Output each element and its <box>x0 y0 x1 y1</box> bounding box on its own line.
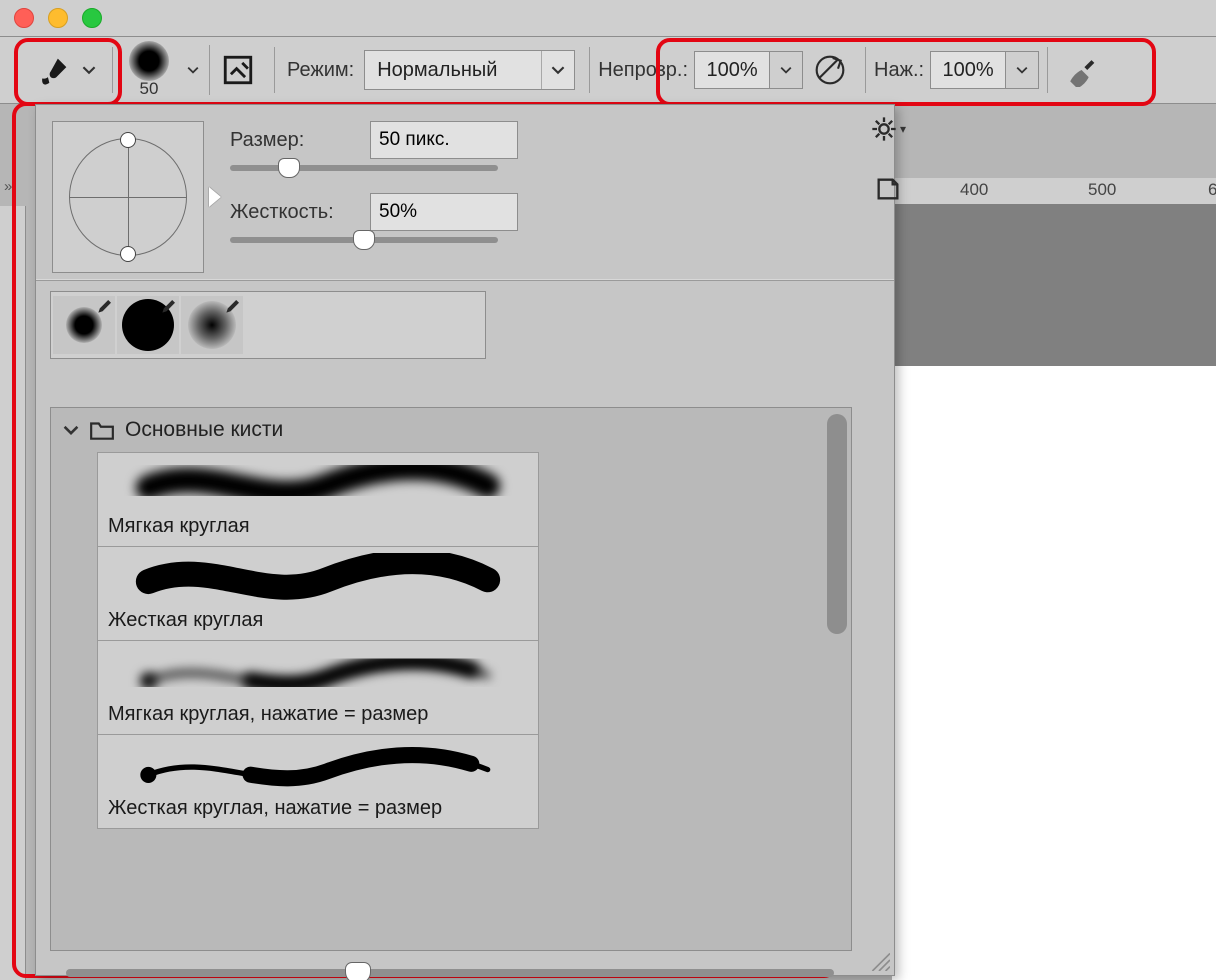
brush-hardness-label: Жесткость: <box>230 201 350 224</box>
flow-input[interactable]: 100% <box>930 51 1006 89</box>
opacity-label: Непрозр.: <box>598 59 688 82</box>
chevron-down-icon <box>541 51 574 89</box>
zoom-window-button[interactable] <box>82 8 102 28</box>
window-titlebar <box>0 0 1216 37</box>
pressure-opacity-toggle[interactable] <box>803 45 857 95</box>
pencil-badge-icon <box>97 300 111 314</box>
flow-label: Наж.: <box>874 59 924 82</box>
brush-angle-control[interactable] <box>52 121 204 273</box>
collapse-toolbar-icon[interactable]: » <box>4 178 12 195</box>
pressure-opacity-icon <box>814 54 846 86</box>
brush-tool-icon <box>38 53 72 87</box>
chevron-down-icon <box>780 64 792 76</box>
brush-preset-name: Мягкая круглая <box>108 515 528 538</box>
slider-thumb[interactable] <box>353 230 375 250</box>
folder-icon <box>89 419 115 441</box>
brush-panel-icon <box>221 53 255 87</box>
options-bar: 50 Режим: Нормальный Непрозр.: 100% <box>0 37 1216 104</box>
recent-brush-item[interactable] <box>181 296 243 354</box>
brush-hardness-input[interactable] <box>370 193 518 231</box>
flow-value: 100% <box>943 59 994 82</box>
ruler-horizontal: 400 500 600 <box>892 178 1216 205</box>
active-tool-selector[interactable] <box>0 45 104 95</box>
airbrush-toggle[interactable] <box>1056 45 1110 95</box>
recent-brushes <box>50 291 486 359</box>
pencil-badge-icon <box>225 300 239 314</box>
ruler-tick: 600 <box>1208 180 1216 200</box>
blend-mode-value: Нормальный <box>365 59 541 82</box>
panel-settings-button[interactable]: ▾ <box>870 115 906 143</box>
resize-grip-icon <box>868 949 890 971</box>
new-preset-button[interactable] <box>874 175 902 203</box>
opacity-value: 100% <box>706 59 757 82</box>
recent-brush-item[interactable] <box>117 296 179 354</box>
brush-preset-dropdown[interactable] <box>177 45 210 95</box>
brush-folder-header[interactable]: Основные кисти <box>51 408 851 452</box>
brush-settings-button[interactable] <box>210 45 266 95</box>
brush-preview-icon <box>129 41 169 81</box>
arrow-right-icon <box>209 187 221 207</box>
close-window-button[interactable] <box>14 8 34 28</box>
brush-size-input[interactable] <box>370 121 518 159</box>
resize-grip[interactable] <box>868 949 890 971</box>
scrollbar-vertical[interactable] <box>827 414 847 634</box>
preview-size-slider[interactable] <box>66 969 834 977</box>
brush-preset-item[interactable]: Мягкая круглая <box>97 452 539 547</box>
slider-thumb[interactable] <box>345 962 371 980</box>
opacity-input[interactable]: 100% <box>694 51 770 89</box>
gear-icon <box>870 115 898 143</box>
tools-strip <box>0 206 26 980</box>
pencil-badge-icon <box>161 300 175 314</box>
brush-preset-name: Жесткая круглая, нажатие = размер <box>108 797 528 820</box>
brush-hardness-slider[interactable] <box>230 237 498 243</box>
minimize-window-button[interactable] <box>48 8 68 28</box>
brush-folder-name: Основные кисти <box>125 418 283 442</box>
brush-size-slider[interactable] <box>230 165 498 171</box>
brush-preset-list: Основные кисти Мягкая круглая Жесткая кр… <box>50 407 852 951</box>
slider-thumb[interactable] <box>278 158 300 178</box>
canvas-document[interactable] <box>892 366 1216 980</box>
ruler-tick: 500 <box>1088 180 1116 200</box>
page-fold-icon <box>874 175 902 203</box>
brush-preset-name: Жесткая круглая <box>108 609 528 632</box>
flow-dropdown[interactable] <box>1006 51 1039 89</box>
brush-preset-name: Мягкая круглая, нажатие = размер <box>108 703 528 726</box>
airbrush-icon <box>1066 53 1100 87</box>
blend-mode-select[interactable]: Нормальный <box>364 50 575 90</box>
brush-preset-item[interactable]: Жесткая круглая, нажатие = размер <box>97 735 539 829</box>
recent-brush-item[interactable] <box>53 296 115 354</box>
chevron-down-icon <box>1016 64 1028 76</box>
blend-mode-label: Режим: <box>287 59 354 82</box>
brush-preset-item[interactable]: Жесткая круглая <box>97 547 539 641</box>
chevron-down-icon <box>187 64 199 76</box>
chevron-down-icon <box>63 422 79 438</box>
brush-size-label: Размер: <box>230 129 350 152</box>
ruler-tick: 400 <box>960 180 988 200</box>
chevron-down-icon <box>82 63 96 77</box>
brush-preset-item[interactable]: Мягкая круглая, нажатие = размер <box>97 641 539 735</box>
opacity-dropdown[interactable] <box>770 51 803 89</box>
brush-preset-preview[interactable]: 50 <box>121 41 177 99</box>
brush-size-number: 50 <box>140 79 159 99</box>
brush-picker-panel: ▾ Размер: <box>35 104 895 976</box>
